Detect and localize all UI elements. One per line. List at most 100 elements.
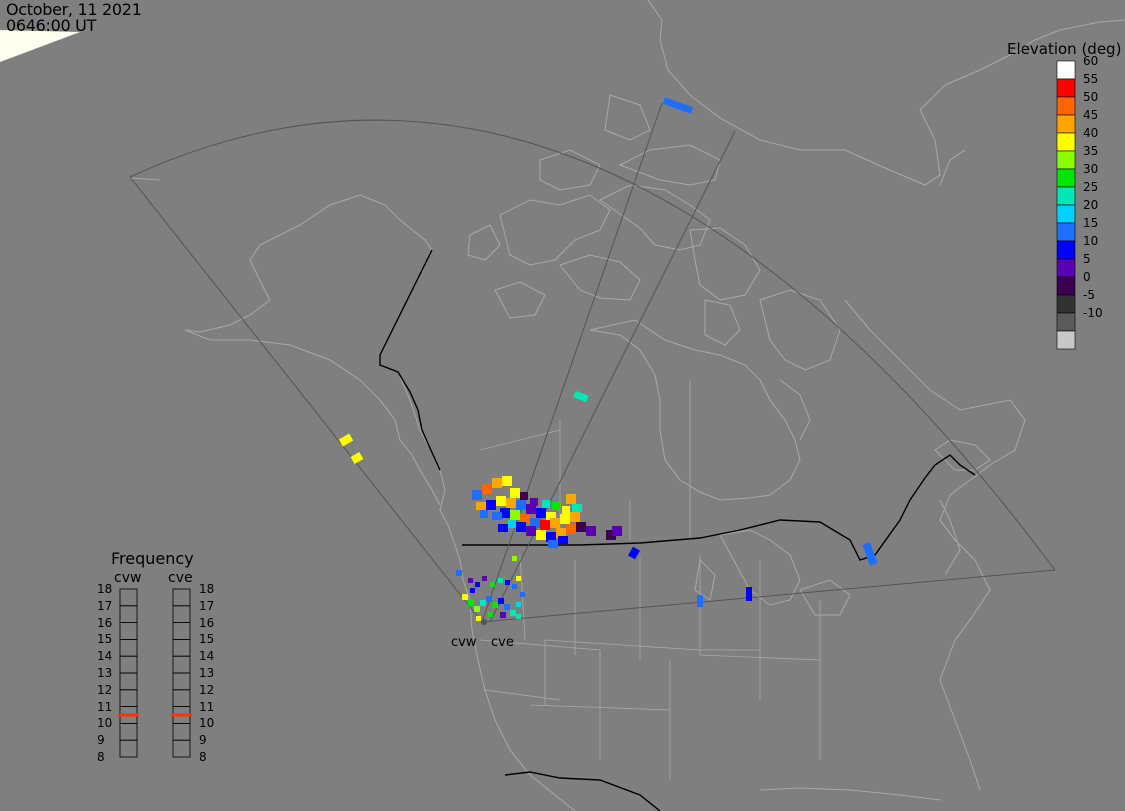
radar-echo-cell <box>498 578 503 583</box>
elevation-scale-label: 5 <box>1083 252 1091 266</box>
frequency-cell <box>119 723 138 741</box>
elevation-color-swatch <box>1056 222 1076 242</box>
frequency-marker <box>118 713 139 717</box>
radar-echo-cell <box>482 484 492 494</box>
frequency-cell <box>172 723 191 741</box>
frequency-cell <box>119 639 138 657</box>
frequency-cell <box>119 588 138 607</box>
frequency-scale-label: 17 <box>97 598 113 613</box>
radar-echo-cell <box>508 520 516 528</box>
frequency-cell <box>119 655 138 674</box>
elevation-color-swatch <box>1056 186 1076 206</box>
radar-echo-cell <box>462 594 468 600</box>
state-province-borders <box>479 380 821 780</box>
radar-echo-cell <box>498 524 508 532</box>
radar-echo-cell <box>566 494 576 504</box>
radar-echo-cell <box>470 588 475 593</box>
radar-echo-cell <box>496 496 506 506</box>
frequency-scale-label: 16 <box>97 615 113 630</box>
frequency-cell <box>172 622 191 640</box>
radar-echo-cell <box>468 578 473 583</box>
elevation-scale-label: 30 <box>1083 162 1099 176</box>
elevation-scale-label: 40 <box>1083 126 1099 140</box>
radar-echo-cell <box>566 524 576 534</box>
radar-echo-cell <box>474 606 480 612</box>
frequency-cell <box>172 655 191 674</box>
radar-echo-cell <box>576 522 586 532</box>
radar-echo-cell <box>468 600 474 606</box>
frequency-cell <box>119 689 138 707</box>
radar-echo-cell <box>552 502 560 510</box>
elevation-scale-label: 20 <box>1083 198 1099 212</box>
frequency-scale-label: 8 <box>97 750 105 764</box>
radar-echo-cell <box>558 536 568 544</box>
radar-echo-cell <box>488 612 493 617</box>
frequency-scale-label: 18 <box>97 582 113 596</box>
elevation-scale-label: 55 <box>1083 72 1099 86</box>
elevation-scale-label: -10 <box>1083 306 1103 320</box>
radar-site-label-cve: cve <box>491 635 514 650</box>
frequency-scale-label: 11 <box>97 699 113 714</box>
frequency-scale-label: 17 <box>199 598 215 613</box>
elevation-scale-label: 50 <box>1083 90 1099 104</box>
frequency-title: Frequency <box>111 549 194 568</box>
radar-echo-cell <box>475 582 480 587</box>
radar-echo-cell <box>573 390 589 403</box>
radar-echo-cell <box>570 512 580 522</box>
radar-echo-cell <box>492 602 498 608</box>
frequency-label-cve: cve <box>168 570 193 586</box>
radar-echo-cell <box>492 512 502 520</box>
radar-echo-cell <box>502 476 512 486</box>
radar-echo-cell <box>746 587 752 601</box>
elevation-scale-label: 15 <box>1083 216 1099 230</box>
elevation-color-swatch <box>1056 312 1076 332</box>
radar-echo-cell <box>476 616 481 621</box>
radar-site-marker <box>481 619 487 625</box>
radar-echo-cell <box>492 478 502 488</box>
coastline-layer <box>129 0 1125 811</box>
frequency-cell <box>172 639 191 657</box>
elevation-color-swatch <box>1056 240 1076 260</box>
radar-echo-cell <box>498 598 504 604</box>
frequency-scale-label: 11 <box>199 699 215 714</box>
frequency-cell <box>119 622 138 640</box>
radar-echo-cell <box>512 584 517 589</box>
elevation-color-swatch <box>1056 276 1076 296</box>
frequency-cell <box>172 672 191 691</box>
radar-echo-cell <box>486 500 496 510</box>
radar-echo-cell <box>456 570 462 576</box>
radar-echo-cell <box>586 526 596 536</box>
radar-echo-cell <box>500 612 506 618</box>
radar-echo-cell <box>550 518 560 528</box>
radar-echo-cell <box>536 530 546 540</box>
radar-echo-cell <box>697 595 703 607</box>
radar-echo-cell <box>516 522 526 532</box>
frequency-cell <box>119 739 138 758</box>
radar-echo-cell <box>505 580 510 585</box>
radar-echo-cell <box>516 614 521 619</box>
radar-echo-cell <box>662 97 694 114</box>
radar-echo-cell <box>526 526 536 536</box>
frequency-scale-label: 10 <box>199 716 215 731</box>
radar-echo-cell <box>510 510 520 520</box>
elevation-scale-label: 45 <box>1083 108 1099 122</box>
frequency-cell <box>172 689 191 707</box>
radar-echo-cell <box>560 514 570 524</box>
frequency-scale-label: 12 <box>199 682 215 697</box>
radar-echo-cell <box>338 433 354 447</box>
frequency-scale-label: 15 <box>199 632 215 647</box>
frequency-scale-label: 12 <box>97 682 113 697</box>
radar-echo-cell <box>510 488 520 498</box>
frequency-label-cvw: cvw <box>114 570 142 586</box>
radar-echo-cell <box>476 502 486 510</box>
radar-echo-cell <box>536 508 546 518</box>
map-canvas[interactable] <box>0 0 1125 811</box>
frequency-scale-label: 16 <box>199 615 215 630</box>
radar-echo-cell <box>520 592 525 597</box>
elevation-color-swatch <box>1056 330 1076 350</box>
radar-echo-cell <box>512 556 517 561</box>
radar-echo-cell <box>516 500 526 510</box>
radar-echo-cell <box>530 498 538 506</box>
radar-echo-cell <box>472 490 482 500</box>
frequency-scale-label: 9 <box>97 733 105 748</box>
